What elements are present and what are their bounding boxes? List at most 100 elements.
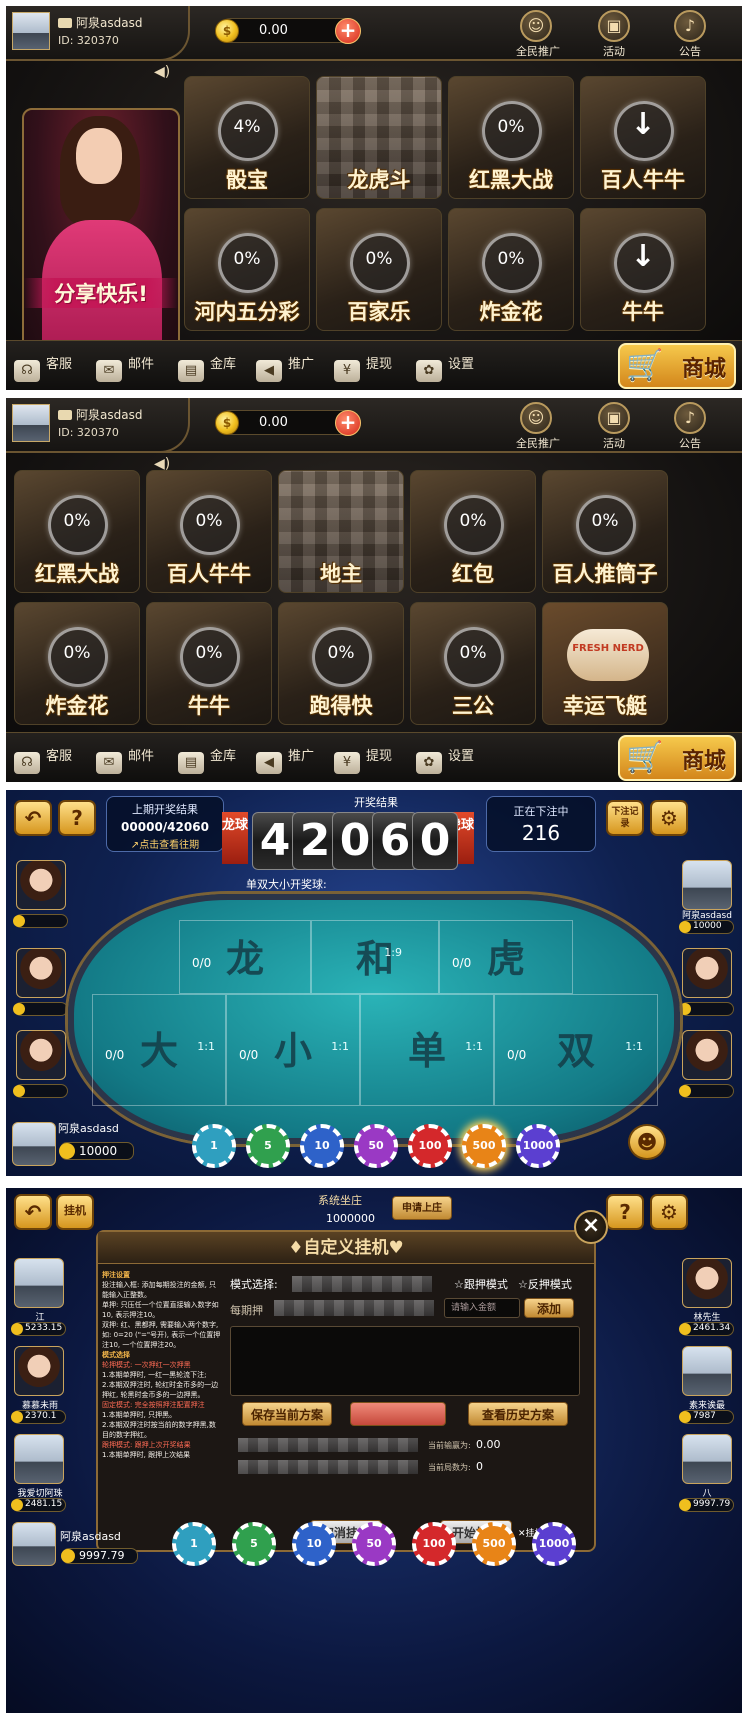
bet-cell-small[interactable]: 0/0 小 1:1 [226,994,360,1106]
bottom-button-4[interactable]: ¥ 提现 [334,353,392,382]
player-seat[interactable] [14,1258,64,1308]
share-banner[interactable]: 分享快乐! [22,108,180,363]
game-tile[interactable]: 0% 炸金花 [14,602,140,725]
bet-chip[interactable]: 10 [300,1124,344,1168]
bet-chip[interactable]: 500 [472,1522,516,1566]
game-tile[interactable]: 0% 跑得快 [278,602,404,725]
help-button[interactable]: ? [606,1194,644,1230]
close-dialog-button[interactable]: × [574,1210,608,1244]
bet-chip[interactable]: 1000 [532,1522,576,1566]
bet-chip[interactable]: 1 [192,1124,236,1168]
promote-button[interactable]: ☺ 全民推广 [516,10,560,59]
game-tile[interactable]: ↓ 牛牛 [580,208,706,331]
avatar[interactable] [12,12,50,50]
bet-chip[interactable]: 50 [354,1124,398,1168]
game-tile[interactable]: 0% 炸金花 [448,208,574,331]
add-funds-button[interactable]: + [335,18,361,44]
player-seat[interactable] [682,1434,732,1484]
bottom-button-1[interactable]: ✉ 邮件 [96,745,154,774]
bet-chip[interactable]: 100 [412,1522,456,1566]
player-seat[interactable] [14,1346,64,1396]
player-seat[interactable] [16,948,66,998]
bet-cell-tiger[interactable]: 0/0 虎 [439,920,573,994]
add-funds-button[interactable]: + [335,410,361,436]
game-tile[interactable]: 龙虎斗 [316,76,442,199]
history-plan-button[interactable]: 查看历史方案 [468,1402,568,1426]
mode-follow[interactable]: ☆跟押模式 [454,1276,508,1292]
bottom-button-1[interactable]: ✉ 邮件 [96,353,154,382]
bottom-button-5[interactable]: ✿ 设置 [416,353,474,382]
add-button[interactable]: 添加 [524,1298,574,1318]
game-tile[interactable]: FRESH NERD 幸运飞艇 [542,602,668,725]
game-tile[interactable]: ↓ 百人牛牛 [580,76,706,199]
mode-reverse[interactable]: ☆反押模式 [518,1276,572,1292]
bottom-button-2[interactable]: ▤ 金库 [178,745,236,774]
back-button[interactable]: ↶ [14,1194,52,1230]
amount-input[interactable]: 请输入金额 [444,1298,520,1318]
player-seat[interactable] [16,860,66,910]
activity-button[interactable]: ▣ 活动 [594,402,634,451]
player-seat[interactable] [14,1434,64,1484]
bet-chip[interactable]: 5 [246,1124,290,1168]
history-link[interactable]: ↗点击查看往期 [107,836,223,851]
bet-chip[interactable]: 500 [462,1124,506,1168]
activity-button[interactable]: ▣ 活动 [594,10,634,59]
game-tile[interactable]: 0% 百家乐 [316,208,442,331]
player-seat[interactable] [682,860,732,910]
plan-list[interactable] [230,1326,580,1396]
bottom-button-4[interactable]: ¥ 提现 [334,745,392,774]
game-tile[interactable]: 0% 三公 [410,602,536,725]
bet-cell-big[interactable]: 0/0 大 1:1 [92,994,226,1106]
save-plan-button[interactable]: 保存当前方案 [242,1402,332,1426]
game-tile[interactable]: 4% 骰宝 [184,76,310,199]
help-button[interactable]: ? [58,800,96,836]
self-avatar[interactable] [12,1522,56,1566]
game-tile[interactable]: 0% 牛牛 [146,602,272,725]
bet-cell-even[interactable]: 0/0 双 1:1 [494,994,658,1106]
bet-chip[interactable]: 100 [408,1124,452,1168]
bottom-button-0[interactable]: ☊ 客服 [14,353,72,382]
bet-target-select[interactable] [274,1300,434,1316]
player-seat[interactable] [682,1346,732,1396]
game-tile[interactable]: 0% 红黑大战 [14,470,140,593]
bet-chip[interactable]: 1000 [516,1124,560,1168]
bet-cell-odd[interactable]: 单 1:1 [360,994,494,1106]
bet-cell-dragon[interactable]: 0/0 龙 [179,920,311,994]
game-tile[interactable]: 0% 红黑大战 [448,76,574,199]
bet-chip[interactable]: 5 [232,1522,276,1566]
shop-button[interactable]: 🛒 商城 [618,343,736,389]
bet-chip[interactable]: 50 [352,1522,396,1566]
back-button[interactable]: ↶ [14,800,52,836]
player-seat[interactable] [682,1258,732,1308]
bottom-button-2[interactable]: ▤ 金库 [178,353,236,382]
apply-banker-button[interactable]: 申请上庄 [392,1196,452,1220]
settings-button[interactable]: ⚙ [650,1194,688,1230]
game-tile[interactable]: 0% 百人推筒子 [542,470,668,593]
bottom-button-3[interactable]: ◀ 推广 [256,353,314,382]
player-seat[interactable] [682,948,732,998]
avatar[interactable] [12,404,50,442]
game-tile[interactable]: 地主 [278,470,404,593]
game-tile[interactable]: 0% 百人牛牛 [146,470,272,593]
bottom-button-5[interactable]: ✿ 设置 [416,745,474,774]
game-tile[interactable]: 0% 河内五分彩 [184,208,310,331]
notice-button[interactable]: ♪ 公告 [670,402,710,451]
bet-chip[interactable]: 1 [172,1522,216,1566]
player-seat[interactable] [16,1030,66,1080]
hang-button[interactable]: 挂机 [56,1194,94,1230]
bottom-button-3[interactable]: ◀ 推广 [256,745,314,774]
settings-button[interactable]: ⚙ [650,800,688,836]
bet-chip[interactable]: 10 [292,1522,336,1566]
bottom-button-0[interactable]: ☊ 客服 [14,745,72,774]
notice-button[interactable]: ♪ 公告 [670,10,710,59]
game-tile[interactable]: 0% 红包 [410,470,536,593]
promote-button[interactable]: ☺ 全民推广 [516,402,560,451]
bank-button[interactable]: ☻ [628,1124,666,1160]
shop-button[interactable]: 🛒 商城 [618,735,736,781]
self-avatar[interactable] [12,1122,56,1166]
blurred-button[interactable] [350,1402,446,1426]
mode-select[interactable] [292,1276,432,1292]
bet-cell-tie[interactable]: 和 1:9 [311,920,439,994]
player-seat[interactable] [682,1030,732,1080]
bet-record-button[interactable]: 下注记录 [606,800,644,836]
